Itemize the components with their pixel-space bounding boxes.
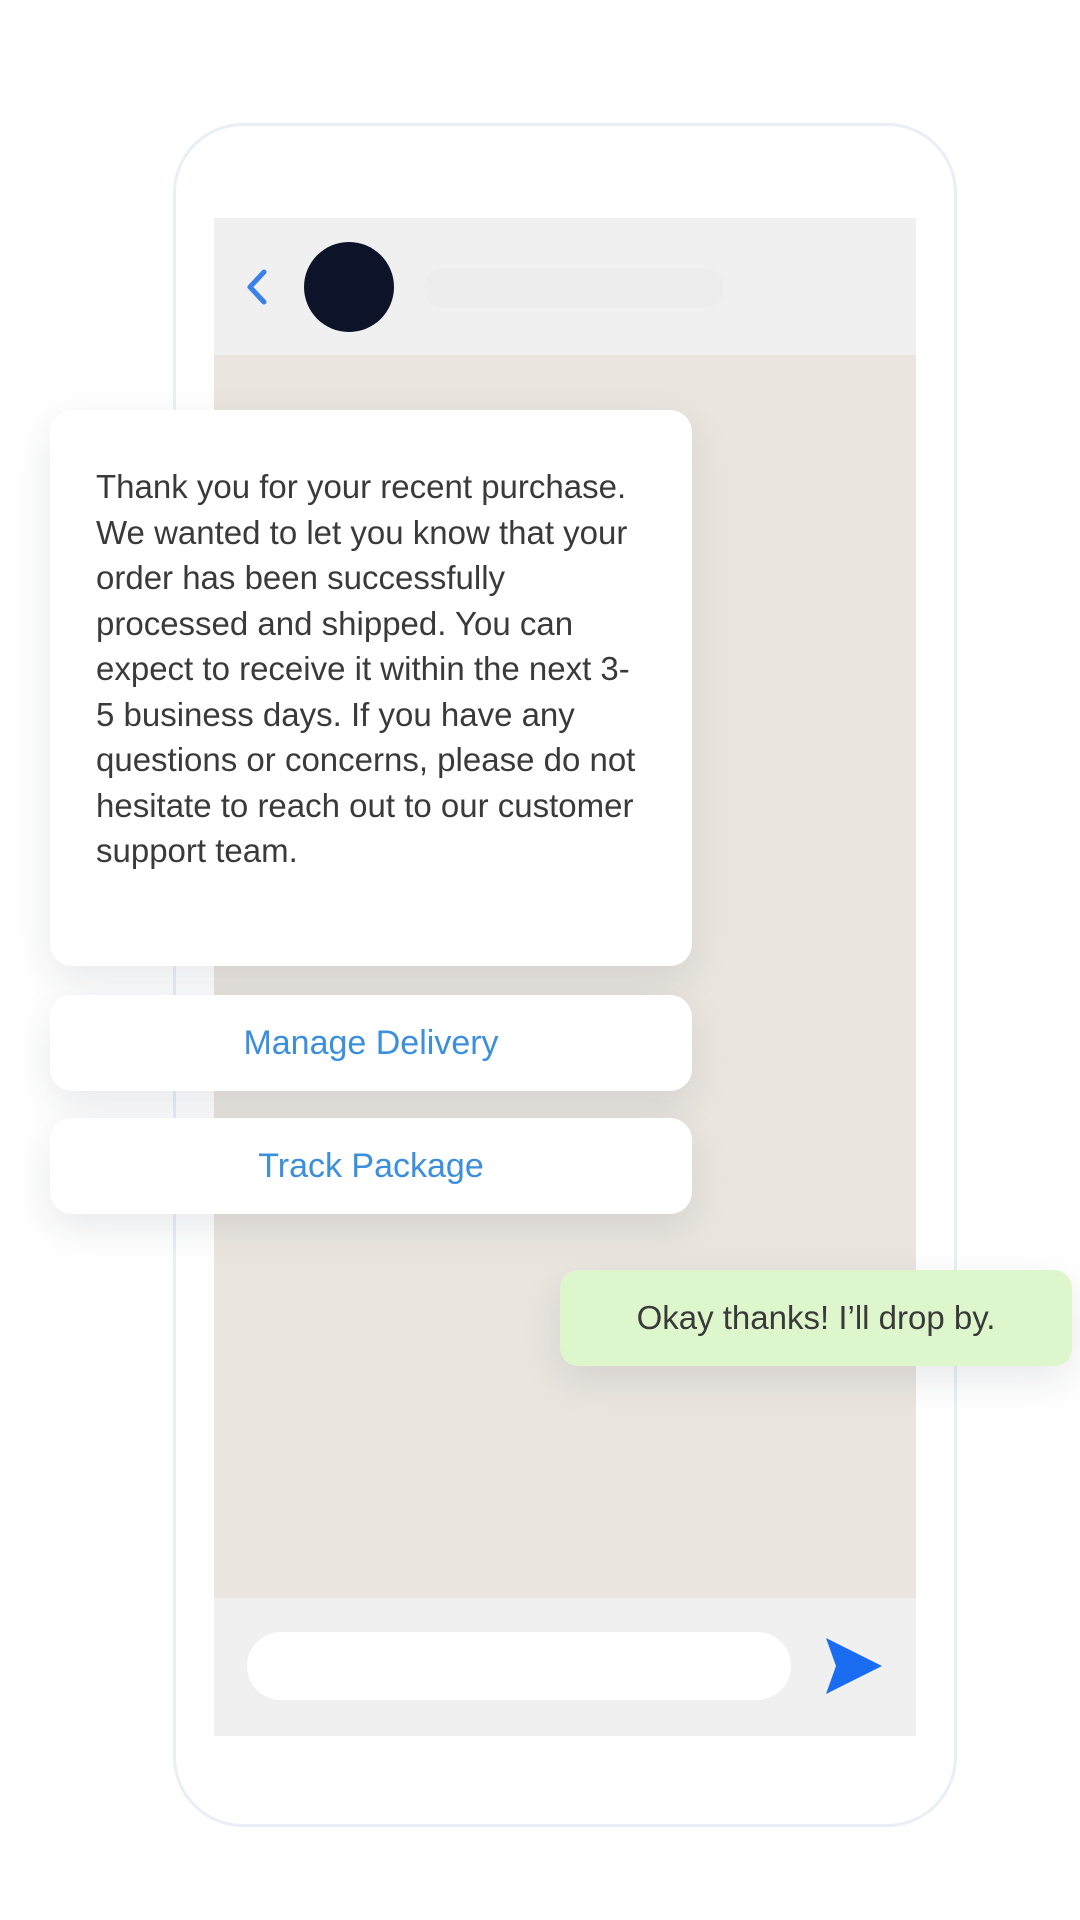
send-icon[interactable]: [822, 1634, 886, 1698]
composer-bar: [214, 1598, 916, 1736]
incoming-message-text: Thank you for your recent purchase. We w…: [96, 468, 636, 869]
outgoing-message-bubble: Okay thanks! I’ll drop by.: [560, 1270, 1072, 1366]
message-input[interactable]: [247, 1632, 791, 1700]
manage-delivery-button[interactable]: Manage Delivery: [50, 995, 692, 1091]
chat-header: [214, 218, 916, 355]
stage: Thank you for your recent purchase. We w…: [0, 0, 1080, 1920]
outgoing-message-text: Okay thanks! I’ll drop by.: [636, 1299, 996, 1336]
chevron-left-icon[interactable]: [242, 264, 272, 310]
contact-name-placeholder: [424, 268, 724, 308]
avatar[interactable]: [304, 242, 394, 332]
track-package-button[interactable]: Track Package: [50, 1118, 692, 1214]
incoming-message-bubble: Thank you for your recent purchase. We w…: [50, 410, 692, 966]
